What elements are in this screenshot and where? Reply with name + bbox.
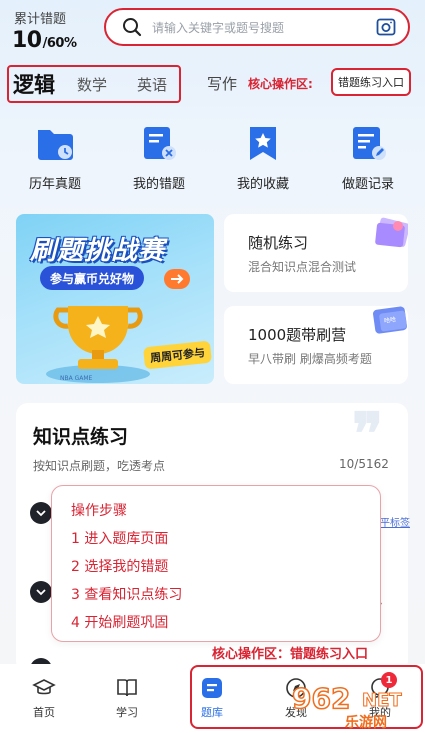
quick-item-label: 我的错题 xyxy=(132,177,185,192)
search-bar[interactable]: 请输入关键字或题号搜题 xyxy=(104,8,410,46)
tab-math[interactable]: 数学 xyxy=(77,74,107,95)
camera-icon[interactable] xyxy=(376,17,396,37)
search-icon xyxy=(122,17,142,37)
knowledge-progress: 10/5162 xyxy=(339,457,389,471)
quick-item-label: 做题记录 xyxy=(341,177,394,192)
star-bookmark-icon xyxy=(242,124,284,164)
trophy-icon: NBA GAME xyxy=(38,296,158,384)
nav-study[interactable]: 学习 xyxy=(97,676,157,720)
calendar-folder-icon xyxy=(34,124,76,164)
quick-item-label: 历年真题 xyxy=(28,177,81,192)
banner-title: 刷题挑战赛 xyxy=(30,236,166,266)
wrong-total-count[interactable]: 10/60% xyxy=(12,28,77,53)
graduation-cap-icon xyxy=(32,676,56,700)
random-practice-card[interactable]: 随机练习 混合知识点混合测试 xyxy=(224,214,408,292)
quick-item-label: 我的收藏 xyxy=(236,177,289,192)
wrong-total-label: 累计错题 xyxy=(14,12,67,27)
knowledge-subtitle: 按知识点刷题，吃透考点 xyxy=(33,459,166,473)
card-subtitle: 混合知识点混合测试 xyxy=(248,260,357,274)
watermark-number: 962 xyxy=(292,682,350,712)
challenge-banner[interactable]: 刷题挑战赛 参与赢币兑好物 NBA GAME 周周可参与 xyxy=(16,214,214,384)
core-area-annotation: 核心操作区: xyxy=(248,77,313,91)
cards-stack-icon xyxy=(362,214,408,258)
tab-writing[interactable]: 写作 xyxy=(207,73,237,94)
core-area-annotation-bottom: 核心操作区：错题练习入口 xyxy=(212,647,369,662)
watermark-logo: 962 NET xyxy=(291,681,420,716)
book-icon xyxy=(115,676,139,700)
trophy-text: NBA GAME xyxy=(60,375,93,382)
steps-title: 操作步骤 xyxy=(71,503,127,519)
banner-subtitle: 参与赢币兑好物 xyxy=(40,266,145,290)
step-item: 4 开始刷题巩固 xyxy=(71,615,169,631)
quick-item-wrong-questions[interactable]: 我的错题 xyxy=(114,124,204,192)
quick-item-favorites[interactable]: 我的收藏 xyxy=(218,124,308,192)
wrong-count-percent: /60% xyxy=(42,36,77,51)
chevron-down-icon[interactable] xyxy=(30,502,52,524)
wrong-count-value: 10 xyxy=(12,28,42,53)
wrong-questions-icon xyxy=(138,124,180,164)
step-item: 2 选择我的错题 xyxy=(71,559,169,575)
nav-label: 学习 xyxy=(116,706,138,719)
nav-label: 首页 xyxy=(33,706,55,719)
quick-item-records[interactable]: 做题记录 xyxy=(323,124,413,192)
arrow-right-icon xyxy=(164,269,190,289)
subject-tabs: 逻辑 数学 英语 xyxy=(7,65,181,103)
tab-logic[interactable]: 逻辑 xyxy=(13,69,55,99)
steps-overlay: 操作步骤 1 进入题库页面 2 选择我的错题 3 查看知识点练习 4 开始刷题巩… xyxy=(51,485,381,642)
step-item: 3 查看知识点练习 xyxy=(71,587,183,603)
watermark-text: 乐游网 xyxy=(345,715,387,731)
book-stack-icon: 哈哈 xyxy=(354,306,408,350)
card-title: 1000题带刷营 xyxy=(248,326,347,344)
quick-item-past-exams[interactable]: 历年真题 xyxy=(10,124,100,192)
nav-home[interactable]: 首页 xyxy=(14,676,74,720)
bootcamp-card[interactable]: 1000题带刷营 早八带刷 刷爆高频考题 哈哈 xyxy=(224,306,408,384)
search-placeholder[interactable]: 请输入关键字或题号搜题 xyxy=(152,19,376,36)
card-title: 随机练习 xyxy=(248,234,309,252)
watermark-net: NET xyxy=(362,690,402,711)
wrong-practice-entry-button[interactable]: 错题练习入口 xyxy=(331,68,411,96)
record-edit-icon xyxy=(347,124,389,164)
knowledge-title: 知识点练习 xyxy=(33,426,129,448)
step-item: 1 进入题库页面 xyxy=(71,531,169,547)
chevron-down-icon[interactable] xyxy=(30,581,52,603)
card-subtitle: 早八带刷 刷爆高频考题 xyxy=(248,352,372,366)
tab-english[interactable]: 英语 xyxy=(137,74,167,95)
book-tag: 哈哈 xyxy=(384,315,397,325)
